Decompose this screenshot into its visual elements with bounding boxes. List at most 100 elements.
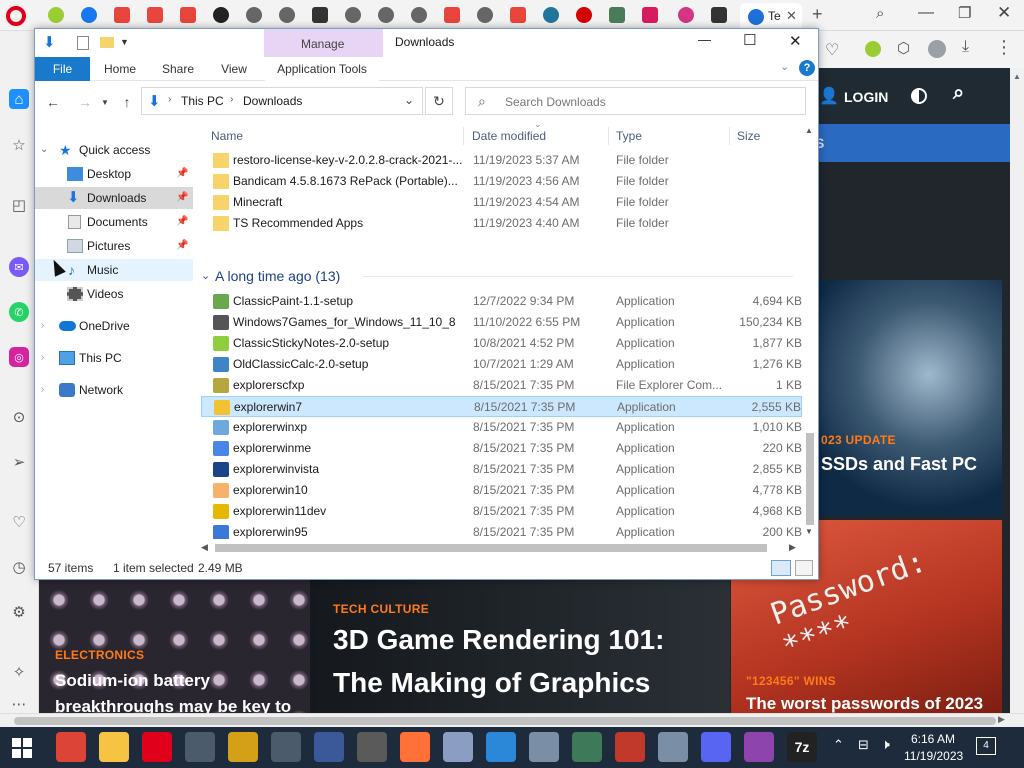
firefox-icon[interactable] bbox=[400, 732, 430, 762]
group-header[interactable]: ⌄ A long time ago (13) bbox=[201, 265, 802, 287]
search-tabs-icon[interactable]: ⌕ bbox=[876, 5, 884, 22]
table-row[interactable]: ClassicPaint-1.1-setup 12/7/2022 9:34 PM A… bbox=[201, 291, 802, 312]
details-view-button[interactable] bbox=[771, 560, 791, 576]
profile-avatar[interactable] bbox=[928, 40, 946, 58]
opera-icon[interactable] bbox=[142, 732, 172, 762]
help-icon[interactable]: ? bbox=[799, 60, 815, 76]
card-tag-electronics[interactable]: ELECTRONICS bbox=[55, 648, 144, 662]
file-explorer-icon[interactable] bbox=[99, 732, 129, 762]
world-of-tanks-icon[interactable] bbox=[357, 732, 387, 762]
breadcrumb-downloads[interactable]: Downloads bbox=[243, 94, 302, 108]
nav-item-downloads[interactable]: ⬇ Downloads 📌 bbox=[35, 187, 193, 209]
up-button[interactable]: ↑ bbox=[117, 92, 137, 112]
home-icon[interactable]: ⌂ bbox=[9, 89, 29, 109]
column-divider[interactable] bbox=[608, 127, 609, 145]
active-tab[interactable]: Te ✕ bbox=[740, 3, 802, 31]
7zip-icon[interactable]: 7z bbox=[787, 732, 817, 762]
opera-menu-icon[interactable] bbox=[6, 6, 26, 26]
address-dropdown-icon[interactable]: ⌄ bbox=[404, 93, 414, 107]
table-row[interactable]: TS Recommended Apps 11/19/2023 4:40 AM Fil… bbox=[201, 213, 802, 234]
card-tag-passwords[interactable]: "123456" WINS bbox=[746, 674, 836, 688]
scroll-right-icon[interactable]: ▶ bbox=[789, 542, 796, 553]
tab-icon[interactable] bbox=[147, 7, 163, 23]
recent-locations-icon[interactable]: ▼ bbox=[95, 92, 115, 112]
column-divider[interactable] bbox=[463, 127, 464, 145]
download-icon[interactable]: ⤓ bbox=[962, 38, 969, 56]
tab-icon[interactable] bbox=[642, 7, 658, 23]
tab-icon[interactable] bbox=[444, 7, 460, 23]
maximize-button[interactable]: ☐ bbox=[743, 31, 756, 49]
clock-date[interactable]: 11/19/2023 bbox=[904, 749, 963, 763]
user-icon[interactable]: 👤 bbox=[819, 86, 839, 106]
start-windows-icon[interactable] bbox=[12, 738, 32, 758]
expand-chevron-icon[interactable]: › bbox=[41, 379, 44, 401]
table-row[interactable]: explorerwinvista 8/15/2021 7:35 PM Applica… bbox=[201, 459, 802, 480]
close-button[interactable]: ✕ bbox=[789, 32, 802, 50]
qat-dropdown-icon[interactable]: ▼ bbox=[120, 37, 129, 47]
browser-icon[interactable] bbox=[744, 732, 774, 762]
tab-view[interactable]: View bbox=[211, 57, 257, 81]
rss-tab-icon[interactable] bbox=[678, 7, 694, 23]
properties-icon[interactable] bbox=[77, 36, 89, 50]
table-row[interactable]: Minecraft 11/19/2023 4:54 AM File folder bbox=[201, 192, 802, 213]
tab-icon[interactable] bbox=[711, 7, 727, 23]
close-tab-icon[interactable]: ✕ bbox=[786, 8, 797, 24]
column-divider[interactable] bbox=[729, 127, 730, 145]
nav-item-network[interactable]: › Network bbox=[35, 379, 193, 401]
instagram-icon[interactable]: ◎ bbox=[9, 347, 29, 367]
wordpress-tab-icon[interactable] bbox=[543, 7, 559, 23]
nav-item-onedrive[interactable]: › OneDrive bbox=[35, 315, 193, 337]
tab-icon[interactable] bbox=[48, 7, 64, 23]
facebook-tab-icon[interactable] bbox=[81, 7, 97, 23]
address-bar[interactable]: ⬇ › This PC › Downloads ⌄ bbox=[141, 87, 423, 115]
table-row[interactable]: explorerwin10 8/15/2021 7:35 PM Applicatio… bbox=[201, 480, 802, 501]
media-player-icon[interactable] bbox=[486, 732, 516, 762]
card-tag-tech-culture[interactable]: TECH CULTURE bbox=[333, 602, 429, 616]
tab-icon[interactable] bbox=[411, 7, 427, 23]
app-icon[interactable] bbox=[529, 732, 559, 762]
restore-browser-icon[interactable]: ❐ bbox=[958, 4, 971, 22]
breadcrumb-this-pc[interactable]: This PC bbox=[181, 94, 224, 108]
facebook-icon[interactable] bbox=[314, 732, 344, 762]
volume-muted-icon[interactable]: 🕨 bbox=[881, 736, 890, 753]
discord-icon[interactable] bbox=[701, 732, 731, 762]
app-icon[interactable] bbox=[572, 732, 602, 762]
theme-toggle-icon[interactable] bbox=[911, 88, 927, 104]
world-of-warships-icon[interactable] bbox=[271, 732, 301, 762]
collapse-chevron-icon[interactable]: ⌄ bbox=[40, 139, 48, 161]
column-header-size[interactable]: Size bbox=[737, 125, 760, 147]
nav-item-pictures[interactable]: Pictures 📌 bbox=[35, 235, 193, 257]
table-row[interactable]: Bandicam 4.5.8.1673 RePack (Portable)...… bbox=[201, 171, 802, 192]
expand-chevron-icon[interactable]: › bbox=[41, 315, 44, 337]
notification-center-icon[interactable]: 4 bbox=[976, 737, 996, 755]
site-scroll-right-icon[interactable]: ▶ bbox=[998, 714, 1005, 725]
table-row[interactable]: restoro-license-key-v-2.0.2.8-crack-2021… bbox=[201, 150, 802, 171]
settings-icon[interactable]: ⚙ bbox=[9, 602, 29, 622]
tab-icon[interactable] bbox=[378, 7, 394, 23]
close-browser-icon[interactable]: ✕ bbox=[997, 3, 1011, 23]
hero-headline[interactable]: SSDs and Fast PC bbox=[821, 454, 977, 475]
chrome-icon[interactable] bbox=[56, 732, 86, 762]
minimize-browser-icon[interactable]: — bbox=[918, 4, 934, 22]
quick-access[interactable]: ⌄ ★ Quick access bbox=[35, 139, 193, 161]
refresh-button[interactable]: ↻ bbox=[425, 87, 453, 115]
hero-tag[interactable]: 023 UPDATE bbox=[821, 433, 896, 447]
tab-file[interactable]: File bbox=[35, 57, 90, 81]
tab-icon[interactable] bbox=[180, 7, 196, 23]
scroll-left-icon[interactable]: ◀ bbox=[201, 542, 208, 553]
table-row[interactable]: explorerwin95 8/15/2021 7:35 PM Applicatio… bbox=[201, 522, 802, 539]
messenger-icon[interactable]: ✉ bbox=[9, 257, 29, 277]
send-icon[interactable]: ➢ bbox=[9, 452, 29, 472]
tab-icon[interactable] bbox=[510, 7, 526, 23]
table-row[interactable]: ClassicStickyNotes-2.0-setup 10/8/2021 4:… bbox=[201, 333, 802, 354]
login-link[interactable]: LOGIN bbox=[844, 89, 888, 105]
tab-icon[interactable] bbox=[609, 7, 625, 23]
tab-icon[interactable] bbox=[477, 7, 493, 23]
scroll-down-icon[interactable]: ▼ bbox=[805, 527, 813, 536]
pen-app-icon[interactable] bbox=[443, 732, 473, 762]
card-headline-tech-culture[interactable]: 3D Game Rendering 101: The Making of Gra… bbox=[333, 618, 693, 713]
network-tray-icon[interactable]: ⊟ bbox=[858, 737, 869, 753]
table-row[interactable]: explorerwin7 8/15/2021 7:35 PM Application… bbox=[201, 396, 802, 417]
site-search-icon[interactable]: ⌕ bbox=[953, 82, 964, 105]
game-icon[interactable] bbox=[615, 732, 645, 762]
